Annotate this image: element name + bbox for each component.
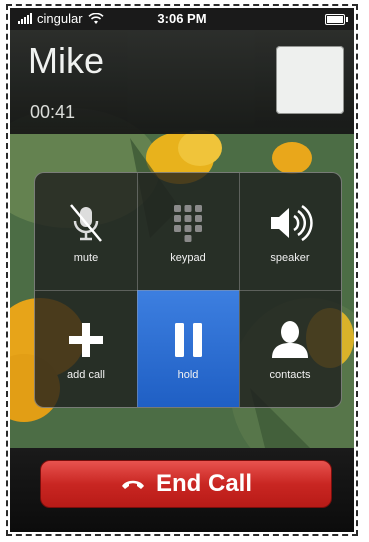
status-bar: cingular 3:06 PM — [10, 8, 354, 30]
in-call-controls-grid: mute keypad speaker add call hold contac… — [34, 172, 342, 408]
mute-button[interactable]: mute — [35, 173, 137, 290]
battery-icon — [325, 14, 348, 25]
end-call-button[interactable]: End Call — [40, 460, 332, 508]
add-call-button[interactable]: add call — [35, 290, 137, 407]
caller-name: Mike — [28, 40, 105, 81]
caller-photo-placeholder — [276, 46, 344, 114]
speaker-icon — [271, 204, 313, 242]
pause-icon — [175, 323, 202, 357]
add-call-label: add call — [67, 369, 105, 381]
keypad-icon — [174, 205, 202, 242]
add-icon — [69, 323, 103, 357]
end-call-label: End Call — [155, 470, 252, 497]
person-icon — [272, 321, 308, 358]
call-duration: 00:41 — [30, 102, 76, 122]
hold-label: hold — [177, 369, 199, 381]
speaker-button[interactable]: speaker — [239, 173, 341, 290]
caller-info-bar: Mike 00:41 — [10, 30, 354, 134]
keypad-label: keypad — [170, 252, 206, 264]
grid-divider — [35, 290, 341, 291]
keypad-button[interactable]: keypad — [137, 173, 239, 290]
phone-hangup-icon — [121, 480, 144, 489]
hold-button[interactable]: hold — [137, 290, 239, 407]
status-time: 3:06 PM — [157, 11, 207, 26]
contacts-button[interactable]: contacts — [239, 290, 341, 407]
speaker-label: speaker — [270, 252, 310, 264]
contacts-label: contacts — [269, 369, 311, 381]
screenshot-frame: cingular 3:06 PM Mike 00:41 mute keypad … — [6, 4, 358, 536]
mute-label: mute — [73, 252, 99, 264]
end-call-area: End Call — [10, 448, 354, 532]
mute-icon — [70, 204, 102, 242]
phone-screen: cingular 3:06 PM Mike 00:41 mute keypad … — [10, 8, 354, 532]
